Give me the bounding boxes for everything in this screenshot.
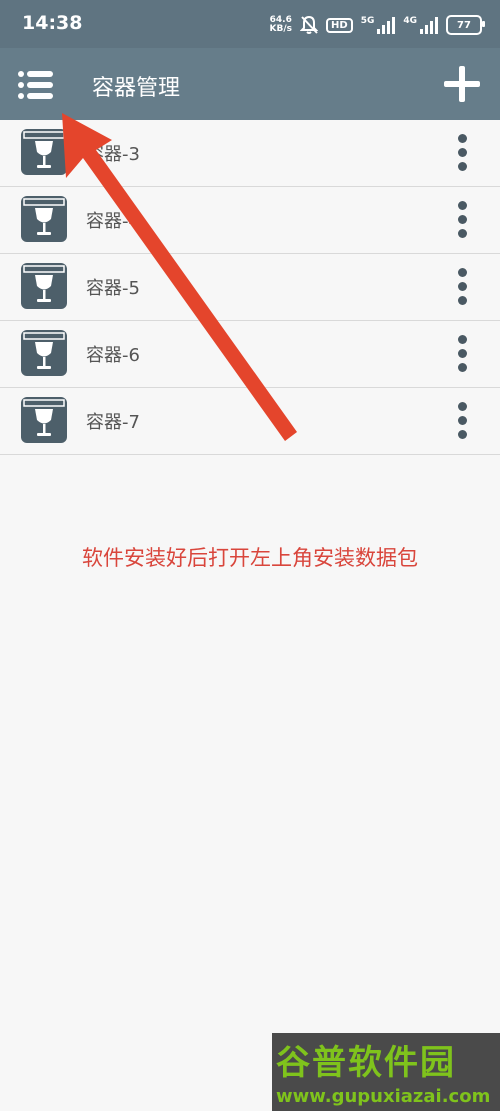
status-icons: 64.6 KB/s HD 5G 4G 77 <box>270 12 485 38</box>
container-name: 容器-3 <box>86 144 140 165</box>
container-list: 容器-3 容器-4 容器-5 容器-6 容器-7 <box>0 120 500 455</box>
menu-button[interactable] <box>12 60 60 108</box>
net-speed: 64.6 KB/s <box>270 16 292 34</box>
watermark-title-text: 谷普软件园 <box>276 1043 456 1083</box>
page-title: 容器管理 <box>92 76 181 101</box>
mute-bell-icon <box>300 15 319 34</box>
list-item[interactable]: 容器-5 <box>0 254 500 321</box>
signal-5g-icon: 5G <box>361 16 396 34</box>
battery-icon: 77 <box>446 15 485 35</box>
more-options-button[interactable] <box>450 266 474 308</box>
net-speed-unit: KB/s <box>269 24 293 34</box>
battery-level: 77 <box>457 19 471 31</box>
list-item[interactable]: 容器-7 <box>0 388 500 455</box>
wine-glass-icon <box>21 129 67 175</box>
wine-glass-icon <box>21 397 67 443</box>
more-options-button[interactable] <box>450 333 474 375</box>
wine-glass-icon <box>21 330 67 376</box>
container-name: 容器-5 <box>86 278 140 299</box>
watermark-url-text: www.gupuxiazai.com <box>276 1086 491 1107</box>
menu-icon <box>18 71 53 99</box>
list-item[interactable]: 容器-3 <box>0 120 500 187</box>
watermark-url: www.gupuxiazai.com <box>276 1086 490 1107</box>
signal-4g-icon: 4G <box>403 16 438 34</box>
more-options-button[interactable] <box>450 132 474 174</box>
container-name: 容器-7 <box>86 412 140 433</box>
status-time: 14:38 <box>22 12 83 34</box>
more-options-button[interactable] <box>450 400 474 442</box>
list-item[interactable]: 容器-4 <box>0 187 500 254</box>
container-name: 容器-6 <box>86 345 140 366</box>
wine-glass-icon <box>21 196 67 242</box>
list-item[interactable]: 容器-6 <box>0 321 500 388</box>
hd-badge: HD <box>326 17 353 33</box>
container-name: 容器-4 <box>86 211 140 232</box>
app-bar: 容器管理 <box>0 48 500 120</box>
watermark: 谷普软件园 www.gupuxiazai.com <box>272 1033 500 1111</box>
instruction-hint: 软件安装好后打开左上角安装数据包 <box>82 546 418 570</box>
watermark-title: 谷普软件园 <box>276 1035 456 1084</box>
status-bar: 14:38 64.6 KB/s HD 5G 4G 77 <box>0 0 500 48</box>
wine-glass-icon <box>21 263 67 309</box>
more-options-button[interactable] <box>450 199 474 241</box>
add-container-button[interactable] <box>436 58 488 110</box>
plus-icon <box>444 66 480 102</box>
